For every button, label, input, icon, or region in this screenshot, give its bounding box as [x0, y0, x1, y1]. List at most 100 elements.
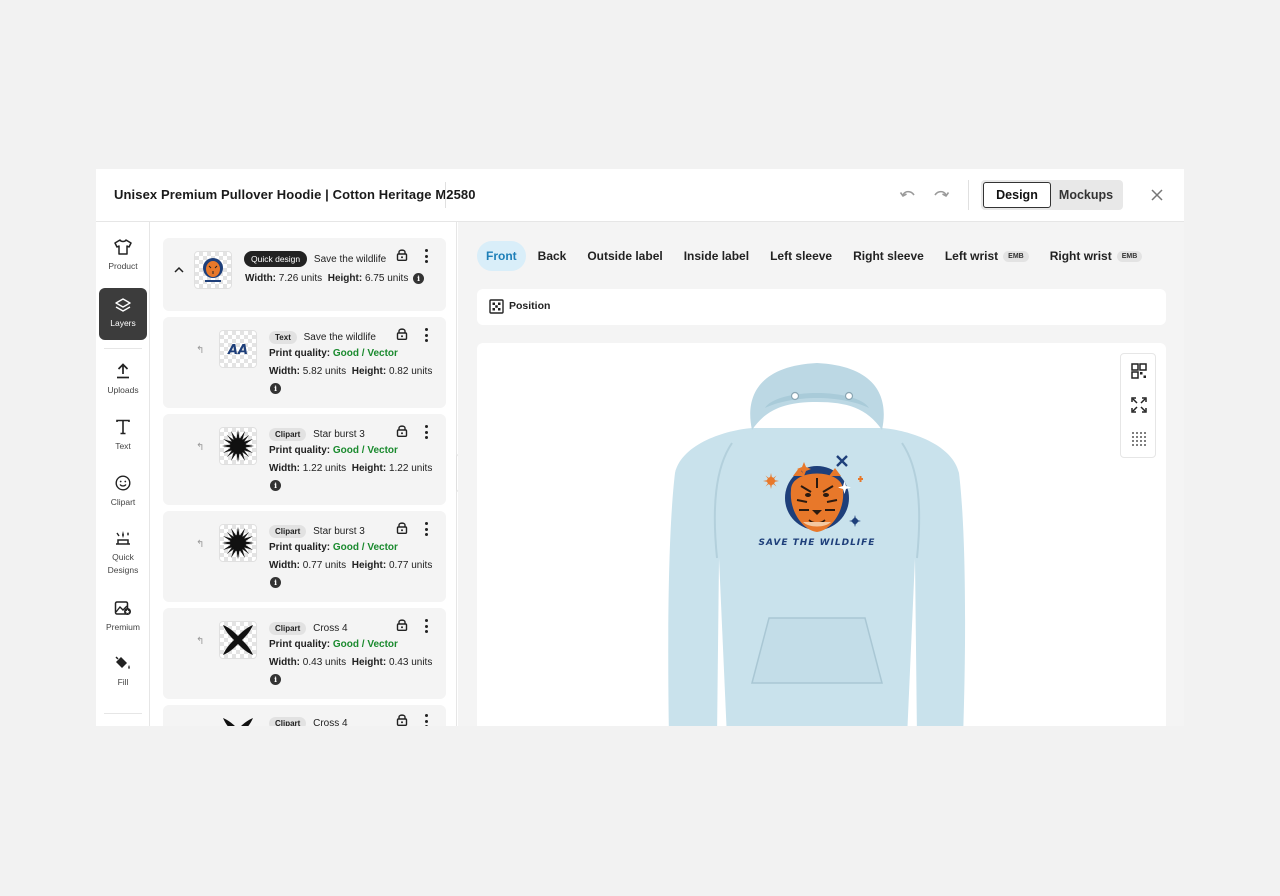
chevron-up-icon[interactable] [174, 266, 184, 273]
header-separator [968, 180, 969, 210]
quick-design-thumbnail [194, 251, 232, 289]
tab-left-wrist[interactable]: Left wrist EMB [936, 241, 1038, 271]
tab-left-sleeve[interactable]: Left sleeve [761, 241, 841, 271]
editor-window: Unisex Premium Pullover Hoodie | Cotton … [96, 169, 1184, 726]
layer-card[interactable]: Clipart Cross 4 [163, 705, 446, 726]
nested-arrow-icon: ↰ [196, 636, 205, 647]
sidebar-item-label: Text [115, 441, 131, 451]
smiley-icon [115, 475, 131, 491]
tab-right-sleeve[interactable]: Right sleeve [844, 241, 933, 271]
lock-icon[interactable] [396, 424, 408, 437]
layer-height: 0.77 units [388, 560, 433, 571]
print-quality: Good / Vector [332, 639, 398, 650]
layer-height: 1.22 units [388, 463, 433, 474]
layer-type-tag: Clipart [269, 717, 307, 726]
qr-grid-icon[interactable] [1130, 362, 1148, 380]
undo-button[interactable] [897, 184, 919, 206]
layer-card[interactable]: ↰ Clipart Star burst 3 Print quality: Go… [163, 511, 446, 602]
layer-name: Save the wildlife [303, 332, 376, 343]
layer-width: 1.22 units [302, 463, 347, 474]
layer-name: Cross 4 [313, 623, 348, 634]
canvas-toolbar [1120, 353, 1156, 458]
tab-outside-label[interactable]: Outside label [578, 241, 671, 271]
position-label: Position [509, 300, 551, 312]
sidebar-item-clipart[interactable]: Clipart [99, 475, 147, 509]
starburst-icon [222, 527, 254, 559]
more-options-icon[interactable] [423, 522, 429, 536]
tab-back[interactable]: Back [529, 241, 576, 271]
cross-shape-icon [223, 625, 253, 655]
design-tab-button[interactable]: Design [983, 182, 1051, 208]
sidebar-item-text[interactable]: Text [99, 419, 147, 453]
sidebar-item-label: Clipart [110, 497, 136, 507]
sparkle-icon [116, 531, 130, 545]
redo-icon [934, 190, 950, 198]
sidebar-item-label: Quick Designs [107, 552, 139, 575]
expand-icon[interactable] [1130, 396, 1148, 414]
layer-type-tag: Text [269, 331, 297, 344]
layer-width: 0.77 units [302, 560, 347, 571]
undo-icon [899, 190, 915, 198]
hoodie-mockup: SAVE THE WILDLIFE [668, 363, 966, 726]
grid-dots-icon[interactable] [1130, 430, 1148, 448]
layer-type-tag: Clipart [269, 428, 307, 441]
sidebar-item-uploads[interactable]: Uploads [99, 363, 147, 397]
close-button[interactable] [1146, 184, 1168, 206]
lock-icon[interactable] [396, 327, 408, 340]
sidebar-item-product[interactable]: Product [99, 239, 147, 273]
lock-icon[interactable] [396, 521, 408, 534]
mockups-tab-button[interactable]: Mockups [1051, 182, 1121, 208]
title-divider [445, 182, 446, 208]
sidebar-item-label: Layers [110, 318, 136, 328]
sidebar-divider [104, 713, 142, 714]
tab-front[interactable]: Front [477, 241, 526, 271]
more-options-icon[interactable] [423, 619, 429, 633]
more-options-icon[interactable] [423, 425, 429, 439]
info-icon[interactable]: i [270, 674, 281, 685]
layer-name: Star burst 3 [313, 526, 365, 537]
text-icon [116, 419, 130, 435]
more-options-icon[interactable] [423, 714, 429, 726]
sidebar-item-quick-designs[interactable]: Quick Designs [99, 530, 147, 577]
sidebar-item-fill[interactable]: Fill [99, 655, 147, 689]
placement-tabs: Front Back Outside label Inside label Le… [477, 241, 1154, 271]
layer-card[interactable]: ↰ Clipart Star burst 3 Print quality: Go… [163, 414, 446, 505]
layer-type-tag: Clipart [269, 525, 307, 538]
info-icon[interactable]: i [270, 480, 281, 491]
sidebar-item-layers[interactable]: Layers [99, 288, 147, 340]
nested-arrow-icon: ↰ [196, 442, 205, 453]
tab-inside-label[interactable]: Inside label [675, 241, 758, 271]
lock-icon[interactable] [396, 618, 408, 631]
view-toggle: Design Mockups [981, 180, 1123, 210]
tab-right-wrist[interactable]: Right wrist EMB [1041, 241, 1152, 271]
layer-card[interactable]: ↰ Clipart Cross 4 Print quality: Good / … [163, 608, 446, 699]
position-bar[interactable]: Position [477, 289, 1166, 325]
nested-arrow-icon: ↰ [196, 345, 205, 356]
layer-name: Star burst 3 [313, 429, 365, 440]
product-title: Unisex Premium Pullover Hoodie | Cotton … [114, 187, 476, 202]
layer-name: Save the wildlife [313, 253, 387, 265]
layer-height: 0.82 units [388, 366, 433, 377]
product-canvas[interactable]: SAVE THE WILDLIFE [477, 343, 1166, 726]
close-icon [1151, 189, 1163, 201]
sidebar-item-premium[interactable]: Premium [99, 600, 147, 634]
info-icon[interactable]: i [413, 273, 424, 284]
layers-icon [115, 298, 131, 312]
layer-type-tag: Clipart [269, 622, 307, 635]
cross-shape-icon [223, 718, 253, 726]
lock-icon[interactable] [396, 248, 408, 261]
sidebar-item-label: Product [108, 261, 138, 271]
sidebar-item-label: Uploads [107, 385, 139, 395]
more-options-icon[interactable] [423, 249, 429, 263]
starburst-icon [222, 430, 254, 462]
more-options-icon[interactable] [423, 328, 429, 342]
lock-icon[interactable] [396, 713, 408, 726]
redo-button[interactable] [930, 184, 952, 206]
design-caption: SAVE THE WILDLIFE [759, 538, 876, 548]
paint-bucket-icon [115, 656, 130, 669]
info-icon[interactable]: i [270, 383, 281, 394]
layer-thumbnail [219, 427, 257, 465]
info-icon[interactable]: i [270, 577, 281, 588]
layer-card[interactable]: ↰ AA Text Save the wildlife Print qualit… [163, 317, 446, 408]
layer-group-card[interactable]: Quick design Save the wildlife Width: 7.… [163, 238, 446, 311]
